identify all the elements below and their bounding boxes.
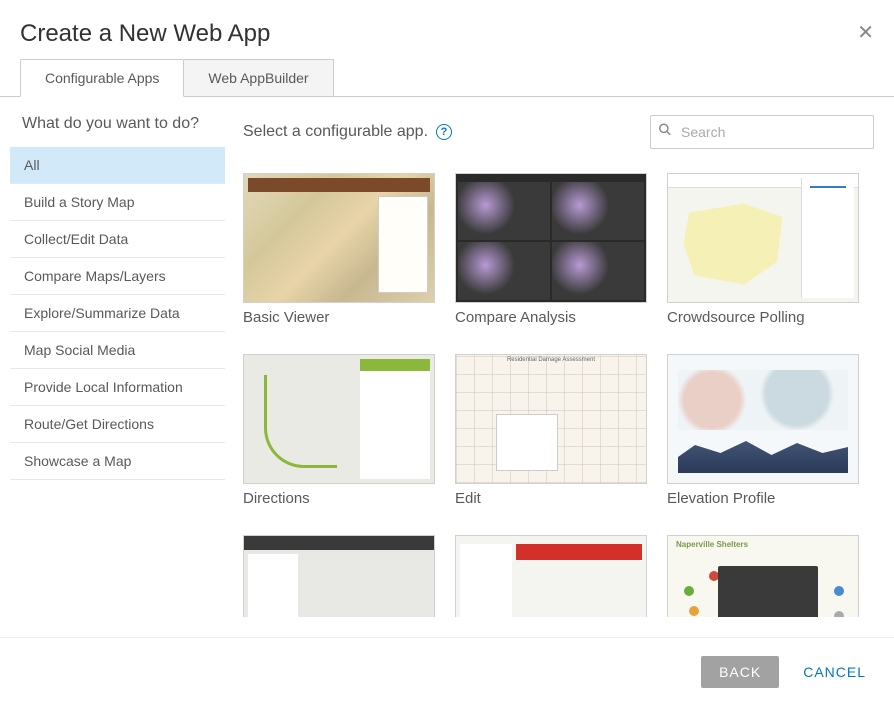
tab-configurable-apps[interactable]: Configurable Apps	[20, 59, 184, 97]
search-icon	[658, 123, 672, 142]
app-card[interactable]: Directions	[243, 354, 435, 521]
app-card[interactable]	[243, 535, 435, 617]
app-card[interactable]	[667, 535, 859, 617]
app-thumbnail	[667, 173, 859, 303]
app-thumbnail	[667, 354, 859, 484]
sidebar: What do you want to do? AllBuild a Story…	[0, 115, 225, 617]
app-thumbnail	[455, 173, 647, 303]
app-label: Elevation Profile	[667, 490, 859, 507]
tab-bar: Configurable Apps Web AppBuilder	[0, 58, 894, 97]
app-label: Compare Analysis	[455, 309, 647, 326]
app-card[interactable]: Crowdsource Polling	[667, 173, 859, 340]
cancel-button[interactable]: CANCEL	[803, 664, 866, 680]
category-item[interactable]: Provide Local Information	[10, 369, 225, 406]
app-thumbnail	[455, 354, 647, 484]
footer: BACK CANCEL	[0, 637, 894, 706]
subtitle: Select a configurable app. ?	[243, 123, 452, 141]
category-item[interactable]: Route/Get Directions	[10, 406, 225, 443]
app-thumbnail	[243, 173, 435, 303]
app-thumbnail	[243, 354, 435, 484]
app-card[interactable]: Elevation Profile	[667, 354, 859, 521]
app-label: Directions	[243, 490, 435, 507]
app-card[interactable]: Basic Viewer	[243, 173, 435, 340]
close-icon[interactable]: ✕	[857, 20, 874, 45]
category-item[interactable]: Collect/Edit Data	[10, 221, 225, 258]
help-icon[interactable]: ?	[436, 124, 452, 140]
category-item[interactable]: Explore/Summarize Data	[10, 295, 225, 332]
category-item[interactable]: All	[10, 147, 225, 184]
app-thumbnail	[667, 535, 859, 617]
app-label: Basic Viewer	[243, 309, 435, 326]
app-thumbnail	[455, 535, 647, 617]
category-item[interactable]: Compare Maps/Layers	[10, 258, 225, 295]
category-item[interactable]: Map Social Media	[10, 332, 225, 369]
app-card[interactable]: Edit	[455, 354, 647, 521]
dialog-title: Create a New Web App	[20, 20, 270, 48]
sidebar-title: What do you want to do?	[10, 115, 225, 147]
app-label: Edit	[455, 490, 647, 507]
app-card[interactable]: Compare Analysis	[455, 173, 647, 340]
category-item[interactable]: Build a Story Map	[10, 184, 225, 221]
main-panel: Select a configurable app. ? Basic Viewe…	[225, 115, 894, 617]
search-input[interactable]	[650, 115, 874, 149]
tab-web-appbuilder[interactable]: Web AppBuilder	[184, 59, 333, 97]
category-item[interactable]: Showcase a Map	[10, 443, 225, 480]
subtitle-text: Select a configurable app.	[243, 123, 428, 141]
app-label: Crowdsource Polling	[667, 309, 859, 326]
app-thumbnail	[243, 535, 435, 617]
app-card[interactable]	[455, 535, 647, 617]
back-button[interactable]: BACK	[701, 656, 779, 688]
